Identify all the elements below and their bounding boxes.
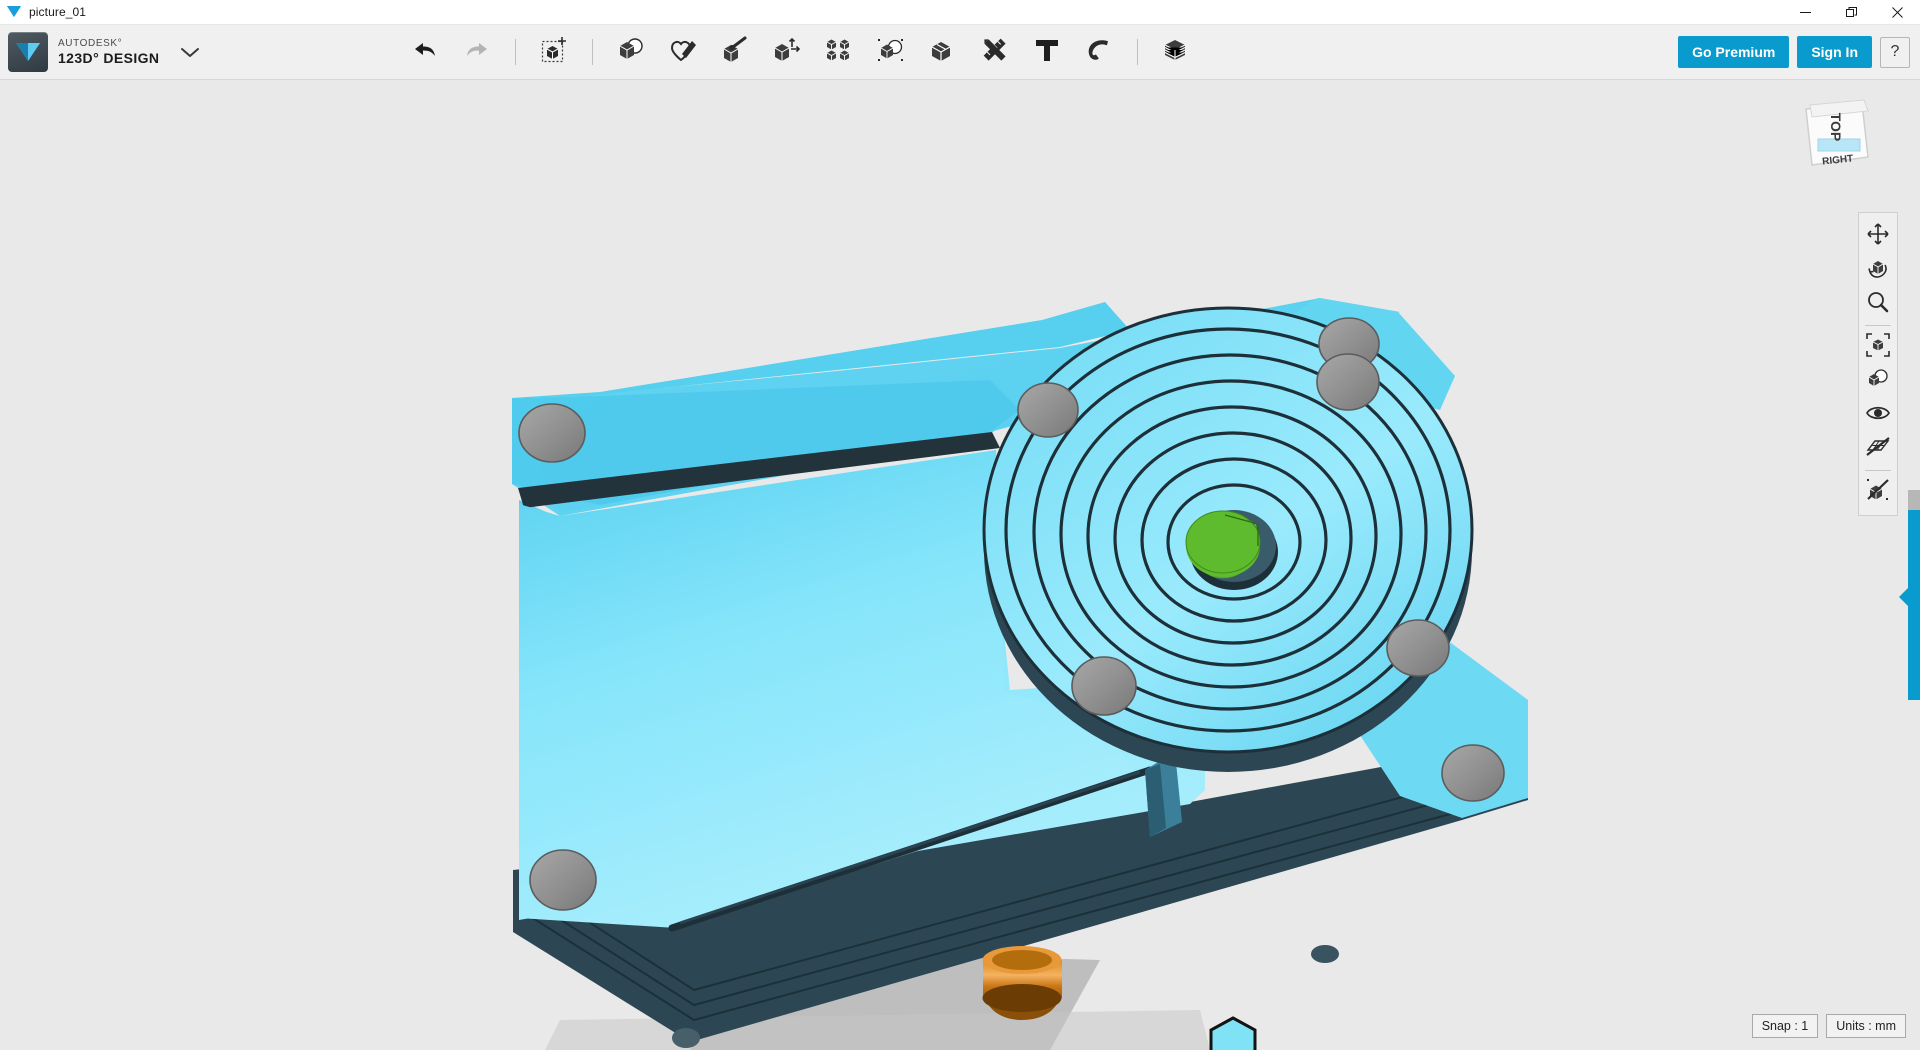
modify-button[interactable]	[767, 32, 807, 72]
post-1	[672, 1028, 700, 1048]
zoom-button[interactable]	[1862, 287, 1894, 321]
material-button[interactable]	[1156, 32, 1196, 72]
pin-2	[1017, 382, 1079, 438]
zoom-magnifier-icon	[1867, 291, 1889, 318]
display-shaded-icon	[1866, 367, 1890, 396]
window-title-bar: picture_01	[0, 0, 1920, 25]
pin-8	[529, 849, 597, 911]
close-button[interactable]	[1874, 0, 1920, 25]
measure-button[interactable]	[975, 32, 1015, 72]
pin-1	[518, 403, 586, 463]
pan-move-icon	[1867, 222, 1889, 250]
app-logo-icon	[8, 32, 48, 72]
grouping-combine-icon	[876, 36, 906, 69]
measure-ruler-icon	[980, 36, 1010, 69]
snap-status-chip[interactable]: Snap : 1	[1751, 1014, 1819, 1038]
pin-5	[1386, 619, 1450, 677]
pattern-four-cubes-icon	[824, 36, 854, 69]
text-tool-icon	[1034, 36, 1060, 69]
grid-off-icon	[1866, 436, 1890, 463]
transform-button[interactable]	[534, 32, 574, 72]
tool-group-container	[399, 32, 1202, 72]
pin-7	[1071, 656, 1137, 716]
orbit-button[interactable]	[1862, 253, 1894, 287]
material-layers-icon	[1161, 36, 1191, 69]
snap-button[interactable]	[1079, 32, 1119, 72]
view-cube-front-label: RIGHT	[1822, 153, 1854, 167]
pattern-button[interactable]	[819, 32, 859, 72]
nav-separator	[1865, 470, 1891, 471]
magnet-snap-icon	[1084, 36, 1114, 69]
pan-button[interactable]	[1862, 219, 1894, 253]
pin-4	[1316, 353, 1380, 411]
panel-collapse-handle-icon[interactable]	[1899, 588, 1908, 606]
toolbar-separator	[515, 39, 517, 65]
help-button[interactable]: ?	[1880, 36, 1910, 68]
undo-arrow-icon	[413, 40, 437, 65]
chevron-down-icon[interactable]	[181, 47, 200, 58]
autodesk-triangle-logo-icon	[7, 6, 21, 18]
sketch-button[interactable]	[663, 32, 703, 72]
circular-boss	[982, 306, 1474, 772]
model-canvas[interactable]	[0, 80, 1920, 1050]
text-button[interactable]	[1027, 32, 1067, 72]
grid-toggle-button[interactable]	[1862, 432, 1894, 466]
grouping-button[interactable]	[871, 32, 911, 72]
toolbar-separator	[592, 39, 594, 65]
transform-cube-icon	[539, 35, 569, 70]
fit-button[interactable]	[1862, 330, 1894, 364]
application-toolbar: AUTODESK° 123D° DESIGN Go Premium Sign I…	[0, 25, 1920, 80]
account-actions: Go Premium Sign In ?	[1678, 36, 1910, 68]
fit-to-view-icon	[1866, 332, 1890, 362]
redo-arrow-icon	[465, 40, 489, 65]
nav-separator	[1865, 325, 1891, 326]
construct-button[interactable]	[715, 32, 755, 72]
3d-viewport[interactable]: TOP RIGHT Snap: 1 Units: mm	[0, 80, 1920, 1050]
brand-line-2: 123D° DESIGN	[58, 49, 160, 66]
view-cube-icon: TOP RIGHT	[1805, 99, 1869, 168]
window-controls	[1782, 0, 1920, 25]
visibility-button[interactable]	[1862, 398, 1894, 432]
panel-rail[interactable]	[1908, 510, 1920, 700]
primitives-button[interactable]	[611, 32, 651, 72]
snap-toggle-button[interactable]	[1862, 475, 1894, 509]
minimize-button[interactable]	[1782, 0, 1828, 25]
document-title: picture_01	[29, 5, 87, 19]
brand-menu[interactable]: AUTODESK° 123D° DESIGN	[8, 32, 200, 72]
panel-rail-nub	[1908, 490, 1920, 510]
visibility-eye-icon	[1866, 404, 1890, 427]
view-cube-top-label: TOP	[1828, 113, 1844, 142]
pin-6	[1441, 744, 1505, 802]
orbit-cube-icon	[1866, 256, 1890, 285]
toolbar-separator	[1137, 39, 1139, 65]
viewport-nav-toolbar	[1858, 212, 1898, 516]
redo-button[interactable]	[457, 32, 497, 72]
undo-button[interactable]	[405, 32, 445, 72]
sketch-pencil-icon	[668, 36, 698, 69]
snap-off-icon	[1866, 478, 1890, 507]
sign-in-button[interactable]: Sign In	[1797, 36, 1872, 68]
status-bar: Snap : 1 Units : mm	[1751, 1014, 1906, 1038]
modify-cube-arrows-icon	[772, 36, 802, 69]
post-2	[1311, 945, 1339, 963]
display-button[interactable]	[1862, 364, 1894, 398]
construct-extrude-icon	[720, 36, 750, 69]
restore-button[interactable]	[1828, 0, 1874, 25]
view-cube[interactable]: TOP RIGHT	[1792, 95, 1878, 181]
combine-button[interactable]	[923, 32, 963, 72]
units-status-chip[interactable]: Units : mm	[1826, 1014, 1906, 1038]
brand-line-1: AUTODESK°	[58, 38, 123, 50]
copper-bushing	[982, 946, 1062, 1020]
go-premium-button[interactable]: Go Premium	[1678, 36, 1790, 68]
combine-solid-icon	[928, 36, 958, 69]
primitives-cube-sphere-icon	[616, 36, 646, 69]
